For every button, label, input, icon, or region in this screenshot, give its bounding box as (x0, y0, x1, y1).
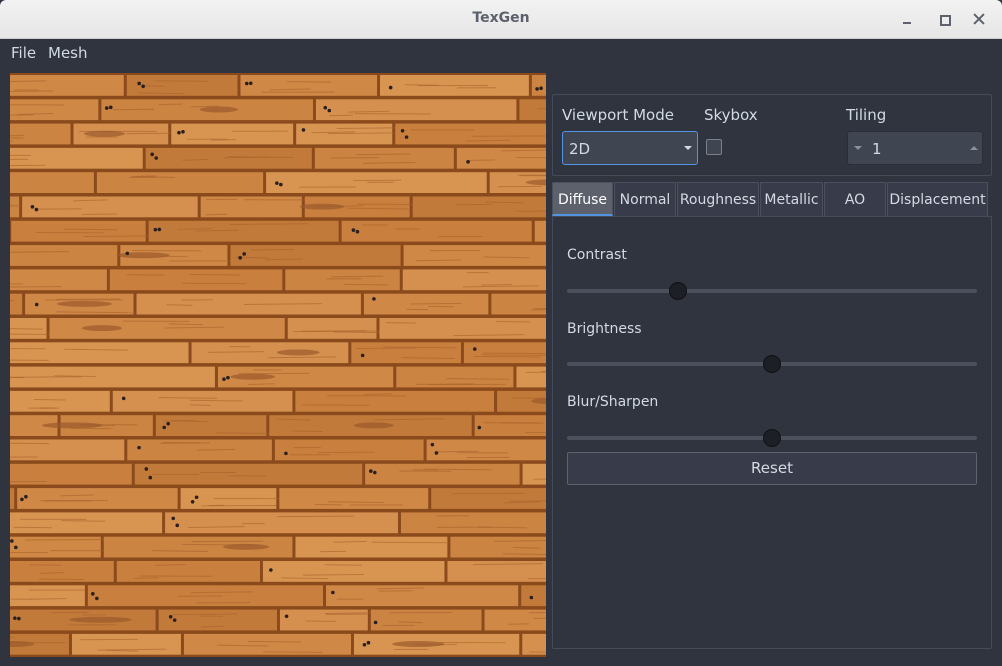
close-icon[interactable] (971, 11, 987, 27)
blur-sharpen-slider-handle[interactable] (763, 429, 781, 447)
tab-normal[interactable]: Normal (614, 182, 676, 216)
skybox-checkbox[interactable] (706, 139, 722, 155)
reset-button[interactable]: Reset (567, 452, 977, 485)
contrast-label: Contrast (567, 247, 627, 263)
texture-viewport[interactable] (10, 73, 546, 657)
contrast-slider[interactable] (567, 282, 977, 300)
wood-texture-image (10, 73, 546, 657)
tab-displacement[interactable]: Displacement (887, 182, 988, 216)
blur-sharpen-label: Blur/Sharpen (567, 394, 659, 410)
menu-bar: File Mesh (0, 39, 1002, 67)
menu-mesh[interactable]: Mesh (48, 44, 88, 62)
brightness-slider-handle[interactable] (763, 355, 781, 373)
tab-ao[interactable]: AO (824, 182, 886, 216)
window-title: TexGen (472, 10, 530, 26)
tiling-label: Tiling (846, 106, 887, 124)
tiling-value: 1 (872, 140, 882, 158)
tab-roughness[interactable]: Roughness (677, 182, 759, 216)
maximize-icon[interactable] (936, 11, 952, 27)
brightness-slider[interactable] (567, 355, 977, 373)
menu-file[interactable]: File (11, 44, 36, 62)
diffuse-panel: Contrast Brightness Blur/Sharpen Reset (552, 216, 992, 649)
tiling-spinbox[interactable]: 1 (847, 131, 983, 165)
viewport-mode-value: 2D (569, 140, 591, 158)
minimize-icon[interactable] (900, 11, 916, 27)
brightness-label: Brightness (567, 321, 642, 337)
skybox-label: Skybox (704, 106, 758, 124)
contrast-slider-handle[interactable] (668, 282, 687, 300)
tab-metallic[interactable]: Metallic (760, 182, 823, 216)
viewport-mode-select[interactable]: 2D (562, 131, 698, 165)
viewport-mode-label: Viewport Mode (562, 106, 674, 124)
spin-up-icon[interactable] (970, 146, 978, 150)
spin-down-icon[interactable] (854, 146, 862, 150)
viewport-settings-panel: Viewport Mode Skybox Tiling 2D 1 (552, 94, 992, 176)
tab-diffuse[interactable]: Diffuse (552, 182, 613, 216)
blur-sharpen-slider[interactable] (567, 429, 977, 447)
title-bar: TexGen (0, 0, 1002, 39)
chevron-down-icon (684, 146, 692, 150)
